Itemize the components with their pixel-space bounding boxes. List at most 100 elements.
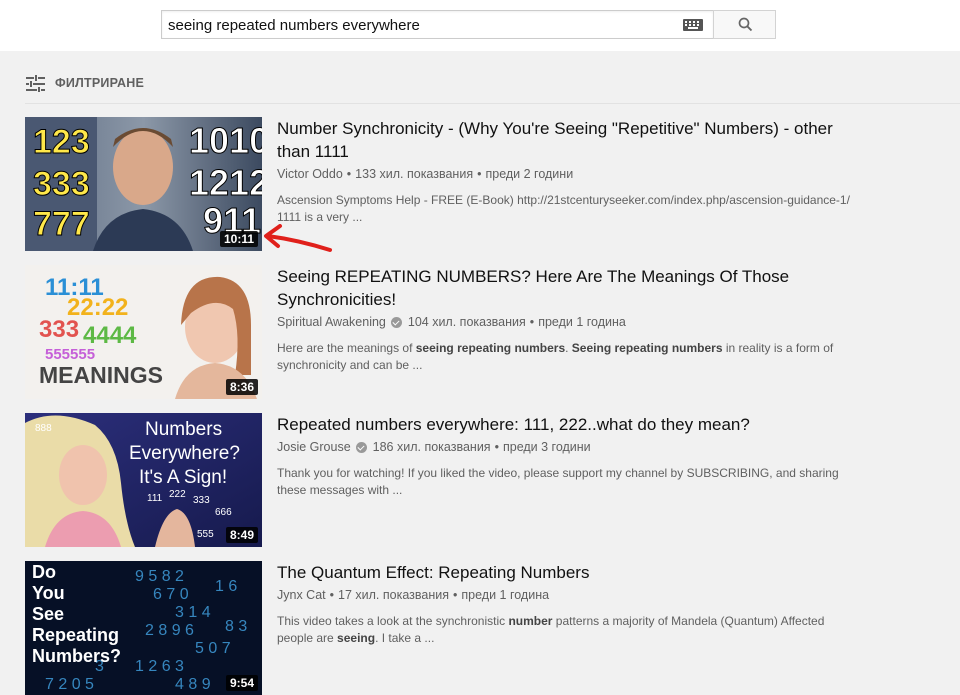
thumb-text: Numbers? [32,646,121,666]
upload-age: преди 3 години [502,440,591,454]
description-highlight: Seeing repeating numbers [571,341,723,355]
video-thumbnail[interactable]: 9 5 8 26 7 03 1 4 2 8 9 65 0 7 1 2 6 3 4 … [25,561,262,695]
top-bar [0,0,960,51]
svg-text:2 8 9 6: 2 8 9 6 [145,622,194,639]
description-text: This video takes a look at the synchroni… [277,614,509,628]
video-title[interactable]: Seeing REPEATING NUMBERS? Here Are The M… [277,265,857,311]
thumb-text: See [32,604,64,624]
video-result-2: 11:11 22:22 333 4444 555555 MEANINGS 8:3… [25,265,925,399]
view-count: 186 хил. показвания [372,440,491,454]
video-info: Repeated numbers everywhere: 111, 222..w… [277,413,857,499]
view-count: 17 хил. показвания [338,588,449,602]
thumb-text: 222 [169,489,186,500]
video-thumbnail[interactable]: 11:11 22:22 333 4444 555555 MEANINGS 8:3… [25,265,262,399]
search-input[interactable] [168,15,668,35]
svg-text:8 3: 8 3 [225,618,247,635]
thumb-text: It's A Sign! [139,467,227,488]
video-meta: Josie Grouse 186 хил. показвания • преди… [277,440,857,454]
svg-text:4 8 9: 4 8 9 [175,676,211,693]
thumb-text: 333 [193,495,210,506]
channel-name[interactable]: Spiritual Awakening [277,315,386,329]
thumb-text: MEANINGS [39,362,163,388]
thumb-text: 333 [33,165,90,203]
video-result-3: 888 Numbers Everywhere? It's A Sign! 111… [25,413,925,547]
meta-separator: • [346,167,352,181]
filter-label: ФИЛТРИРАНЕ [55,76,145,90]
thumb-text: 123 [33,123,90,161]
svg-text:5 0 7: 5 0 7 [195,640,231,657]
video-description: Here are the meanings of seeing repeatin… [277,340,857,374]
thumb-text: 4444 [83,322,137,349]
video-description: Thank you for watching! If you liked the… [277,465,857,499]
svg-text:3 1 4: 3 1 4 [175,604,211,621]
view-count: 133 хил. показвания [355,167,474,181]
video-title[interactable]: Repeated numbers everywhere: 111, 222..w… [277,413,857,436]
description-highlight: seeing repeating numbers [415,341,566,355]
video-duration: 9:54 [225,675,258,691]
video-thumbnail[interactable]: 123 333 777 1010 1212 911 10:11 [25,117,262,251]
keyboard-icon[interactable] [683,19,703,31]
video-info: Seeing REPEATING NUMBERS? Here Are The M… [277,265,857,374]
thumb-text: 555 [197,529,214,540]
svg-text:1 6: 1 6 [215,578,237,595]
video-result-4: 9 5 8 26 7 03 1 4 2 8 9 65 0 7 1 2 6 3 4 … [25,561,925,695]
thumb-text: Do [32,562,56,582]
view-count: 104 хил. показвания [407,315,526,329]
video-description: Ascension Symptoms Help - FREE (E-Book) … [277,192,857,226]
thumb-text: Everywhere? [129,443,240,464]
thumb-text: You [32,583,65,603]
upload-age: преди 2 години [485,167,574,181]
video-duration: 8:49 [225,527,258,543]
divider [25,103,960,104]
video-info: Number Synchronicity - (Why You're Seein… [277,117,857,226]
video-info: The Quantum Effect: Repeating Numbers Jy… [277,561,857,647]
video-title[interactable]: Number Synchronicity - (Why You're Seein… [277,117,857,163]
svg-text:1 2 6 3: 1 2 6 3 [135,658,184,675]
thumb-text: 555555 [45,346,95,363]
meta-separator: • [329,588,335,602]
search-box[interactable] [161,10,713,39]
video-thumbnail[interactable]: 888 Numbers Everywhere? It's A Sign! 111… [25,413,262,547]
verified-badge-icon [390,316,402,328]
thumb-text: Numbers [145,419,222,440]
thumb-text: 888 [35,423,52,434]
video-result-1: 123 333 777 1010 1212 911 10:11 Number S… [25,117,925,251]
thumb-text: 777 [33,205,90,243]
annotation-arrow-icon [264,224,332,252]
channel-name[interactable]: Jynx Cat [277,588,326,602]
svg-text:6 7 0: 6 7 0 [153,586,189,603]
channel-name[interactable]: Victor Oddo [277,167,343,181]
thumb-text: Repeating [32,625,119,645]
description-text: . [565,341,572,355]
description-highlight: seeing [337,631,376,645]
thumb-text: 111 [147,493,163,504]
video-duration: 8:36 [225,379,258,395]
description-text: Ascension Symptoms Help - FREE (E-Book) … [277,193,850,224]
meta-separator: • [529,315,535,329]
thumb-text: 1010 [189,120,262,161]
meta-separator: • [477,167,482,181]
upload-age: преди 1 година [461,588,550,602]
search-icon [738,17,753,32]
verified-badge-icon [355,441,367,453]
svg-text:7 2 0 5: 7 2 0 5 [45,676,94,693]
description-text: Thank you for watching! If you liked the… [277,466,839,497]
filter-button[interactable]: ФИЛТРИРАНЕ [26,72,144,94]
video-meta: Spiritual Awakening 104 хил. показвания … [277,315,857,329]
upload-age: преди 1 година [538,315,626,329]
description-text: . I take a ... [375,631,435,645]
thumb-text: 333 [39,316,79,343]
search-button[interactable] [713,10,776,39]
svg-text:9 5 8 2: 9 5 8 2 [135,568,184,585]
meta-separator: • [494,440,499,454]
channel-name[interactable]: Josie Grouse [277,440,351,454]
video-meta: Jynx Cat • 17 хил. показвания • преди 1 … [277,588,857,602]
thumb-text: 1212 [189,162,262,203]
description-text: Here are the meanings of [277,341,416,355]
video-meta: Victor Oddo • 133 хил. показвания • пред… [277,167,857,181]
video-duration: 10:11 [219,231,258,247]
video-title[interactable]: The Quantum Effect: Repeating Numbers [277,561,857,584]
description-highlight: number [508,614,553,628]
filter-sliders-icon [26,74,45,92]
thumb-text: 666 [215,507,232,518]
